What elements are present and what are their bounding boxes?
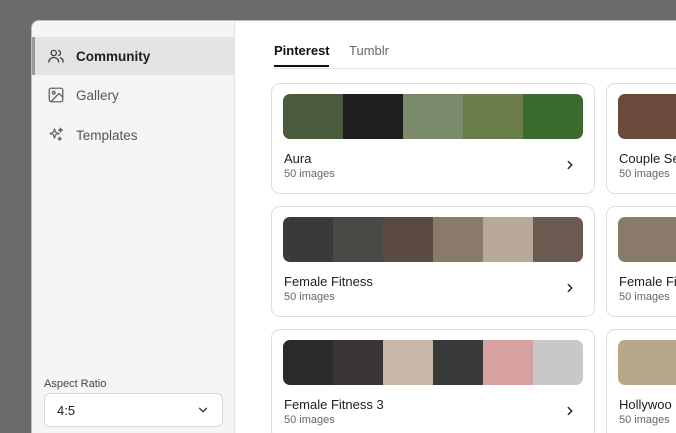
thumbnail-image [433, 340, 483, 385]
collection-title: Hollywoo [619, 397, 672, 412]
thumbnail-image [383, 217, 433, 262]
main-content: Pinterest Tumblr Aura 50 images Couple S… [236, 21, 676, 433]
collection-title: Female Fitness [284, 274, 373, 289]
image-strip [618, 340, 676, 385]
thumbnail-image [533, 340, 583, 385]
tab-divider [274, 68, 676, 69]
thumbnail-image [333, 217, 383, 262]
image-strip [283, 340, 583, 385]
collection-card[interactable]: Female Fitness 50 images [271, 206, 595, 317]
collection-count: 50 images [619, 168, 670, 180]
thumbnail-image [483, 340, 533, 385]
sidebar: Community Gallery Templates Aspect Ratio… [32, 21, 235, 433]
collection-count: 50 images [619, 291, 670, 303]
users-icon [47, 47, 65, 65]
thumbnail-image [383, 340, 433, 385]
thumbnail-image [403, 94, 463, 139]
thumbnail-image [483, 217, 533, 262]
thumbnail-image [283, 217, 333, 262]
collection-card[interactable]: Hollywoo 50 images [606, 329, 676, 433]
image-strip [283, 94, 583, 139]
collection-card[interactable]: Female Fitness 3 50 images [271, 329, 595, 433]
thumbnail-image [618, 94, 676, 139]
collection-card[interactable]: Aura 50 images [271, 83, 595, 194]
collection-count: 50 images [284, 291, 335, 303]
image-strip [618, 94, 676, 139]
thumbnail-image [283, 340, 333, 385]
sidebar-item-label: Community [76, 48, 151, 64]
tab-tumblr[interactable]: Tumblr [349, 43, 389, 69]
active-tab-indicator [274, 65, 329, 67]
collection-card[interactable]: Couple Se 50 images [606, 83, 676, 194]
image-icon [47, 86, 65, 104]
collection-count: 50 images [284, 168, 335, 180]
image-strip [618, 217, 676, 262]
collection-title: Couple Se [619, 151, 676, 166]
collection-title: Female Fit [619, 274, 676, 289]
collection-count: 50 images [619, 414, 670, 426]
thumbnail-image [343, 94, 403, 139]
thumbnail-image [523, 94, 583, 139]
collection-card[interactable]: Female Fit 50 images [606, 206, 676, 317]
sidebar-item-label: Templates [76, 127, 138, 143]
sidebar-item-community[interactable]: Community [32, 37, 235, 75]
chevron-right-icon [567, 283, 573, 293]
thumbnail-image [533, 217, 583, 262]
aspect-ratio-select[interactable]: 4:5 [44, 393, 223, 427]
collection-count: 50 images [284, 414, 335, 426]
thumbnail-image [463, 94, 523, 139]
collection-title: Aura [284, 151, 312, 166]
thumbnail-image [433, 217, 483, 262]
sidebar-item-label: Gallery [76, 87, 119, 103]
sparkles-icon [47, 126, 65, 144]
chevron-down-icon [198, 407, 208, 413]
aspect-ratio-value: 4:5 [57, 402, 76, 418]
thumbnail-image [618, 340, 676, 385]
sidebar-item-gallery[interactable]: Gallery [32, 76, 235, 114]
thumbnail-image [283, 94, 343, 139]
collection-title: Female Fitness 3 [284, 397, 384, 412]
sidebar-item-templates[interactable]: Templates [32, 116, 235, 154]
image-strip [283, 217, 583, 262]
chevron-right-icon [567, 406, 573, 416]
app-window: Community Gallery Templates Aspect Ratio… [31, 20, 676, 433]
aspect-ratio-label: Aspect Ratio [44, 378, 107, 390]
thumbnail-image [618, 217, 676, 262]
chevron-right-icon [567, 160, 573, 170]
thumbnail-image [333, 340, 383, 385]
